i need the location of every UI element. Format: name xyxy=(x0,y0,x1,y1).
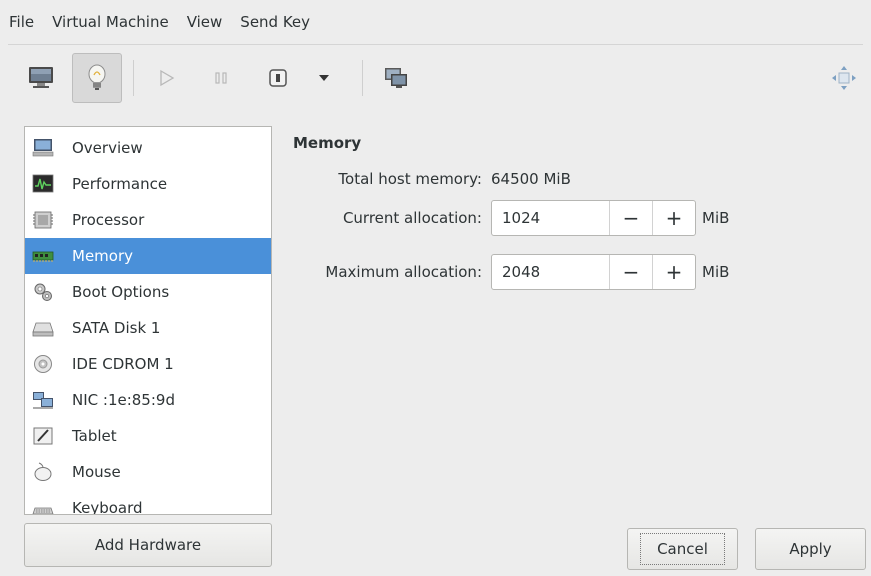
maximum-allocation-unit: MiB xyxy=(702,263,730,281)
maximum-allocation-increment-button[interactable]: + xyxy=(652,255,695,289)
ram-module-icon xyxy=(32,251,54,262)
hw-item-label: Boot Options xyxy=(72,283,170,301)
hw-item-label: Performance xyxy=(72,175,168,193)
pause-button[interactable] xyxy=(196,53,246,103)
menubar: File Virtual Machine View Send Key xyxy=(0,0,871,44)
maximum-allocation-spinner: 2048 − + xyxy=(491,254,696,290)
current-allocation-label: Current allocation: xyxy=(342,209,482,227)
hw-item-label: Keyboard xyxy=(72,499,143,515)
maximum-allocation-input[interactable]: 2048 xyxy=(492,255,609,289)
play-icon xyxy=(160,69,175,87)
mouse-icon xyxy=(34,462,52,481)
cancel-button[interactable]: Cancel xyxy=(627,528,738,570)
tablet-icon xyxy=(33,427,53,445)
cancel-button-label: Cancel xyxy=(640,533,725,565)
computer-icon xyxy=(32,139,54,157)
toolbar-separator xyxy=(133,60,134,96)
hw-item-boot-options[interactable]: Boot Options xyxy=(25,274,271,310)
hw-item-label: Processor xyxy=(72,211,145,229)
performance-monitor-icon xyxy=(32,174,54,193)
menu-virtual-machine[interactable]: Virtual Machine xyxy=(43,0,178,44)
hw-item-label: NIC :1e:85:9d xyxy=(72,391,175,409)
hw-item-processor[interactable]: Processor xyxy=(25,202,271,238)
total-memory-label: Total host memory: xyxy=(338,170,482,188)
cpu-chip-icon xyxy=(33,211,53,229)
details-button[interactable] xyxy=(72,53,122,103)
dropdown-arrow-icon xyxy=(319,75,329,81)
resize-button[interactable] xyxy=(824,53,864,103)
current-allocation-unit: MiB xyxy=(702,209,730,227)
current-allocation-spinner: 1024 − + xyxy=(491,200,696,236)
hw-item-label: IDE CDROM 1 xyxy=(72,355,174,373)
current-allocation-input[interactable]: 1024 xyxy=(492,201,609,235)
current-allocation-increment-button[interactable]: + xyxy=(652,201,695,235)
hard-disk-icon xyxy=(32,322,54,337)
apply-button[interactable]: Apply xyxy=(755,528,866,570)
hw-item-overview[interactable]: Overview xyxy=(25,130,271,166)
memory-section-title: Memory xyxy=(293,134,362,152)
keyboard-icon xyxy=(32,507,54,514)
run-button[interactable] xyxy=(142,53,192,103)
hw-item-nic[interactable]: NIC :1e:85:9d xyxy=(25,382,271,418)
hw-item-label: Tablet xyxy=(72,427,117,445)
power-icon xyxy=(269,69,287,87)
gears-icon xyxy=(34,283,52,301)
cdrom-icon xyxy=(34,355,52,373)
hw-item-performance[interactable]: Performance xyxy=(25,166,271,202)
shutdown-menu-button[interactable] xyxy=(304,53,344,103)
hw-item-label: Overview xyxy=(72,139,143,157)
hw-item-mouse[interactable]: Mouse xyxy=(25,454,271,490)
resize-move-icon xyxy=(832,66,856,90)
hw-item-label: SATA Disk 1 xyxy=(72,319,161,337)
hw-item-memory[interactable]: Memory xyxy=(25,238,271,274)
monitor-icon xyxy=(29,67,53,88)
pause-icon xyxy=(215,72,227,84)
menu-file[interactable]: File xyxy=(0,0,43,44)
hardware-list[interactable]: Overview Performance Processor Memory Bo… xyxy=(24,126,272,515)
hw-item-tablet[interactable]: Tablet xyxy=(25,418,271,454)
hw-item-label: Mouse xyxy=(72,463,121,481)
menu-view[interactable]: View xyxy=(178,0,232,44)
menu-send-key[interactable]: Send Key xyxy=(231,0,319,44)
menubar-separator xyxy=(8,44,863,45)
hw-item-label: Memory xyxy=(72,247,134,265)
network-icon xyxy=(33,392,53,409)
fullscreen-button[interactable] xyxy=(371,53,421,103)
screenshot-console-icon xyxy=(385,68,407,88)
hw-item-ide-cdrom[interactable]: IDE CDROM 1 xyxy=(25,346,271,382)
toolbar-separator xyxy=(362,60,363,96)
hw-item-sata-disk[interactable]: SATA Disk 1 xyxy=(25,310,271,346)
shutdown-button[interactable] xyxy=(253,53,303,103)
maximum-allocation-label: Maximum allocation: xyxy=(325,263,482,281)
total-memory-value: 64500 MiB xyxy=(491,170,571,188)
lightbulb-icon xyxy=(88,64,106,90)
hw-item-keyboard[interactable]: Keyboard xyxy=(25,490,271,515)
console-button[interactable] xyxy=(16,53,66,103)
maximum-allocation-decrement-button[interactable]: − xyxy=(609,255,652,289)
add-hardware-button[interactable]: Add Hardware xyxy=(24,523,272,567)
toolbar xyxy=(0,48,871,108)
current-allocation-decrement-button[interactable]: − xyxy=(609,201,652,235)
